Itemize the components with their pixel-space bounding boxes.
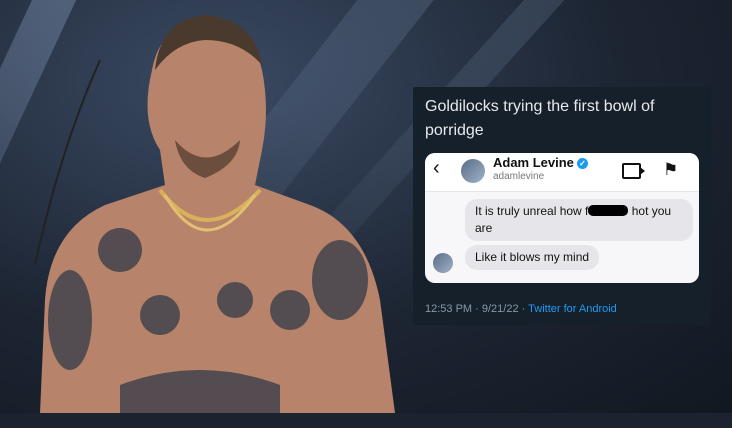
performer-silhouette bbox=[34, 15, 395, 413]
dm-contact-handle: adamlevine bbox=[493, 171, 545, 182]
avatar bbox=[461, 159, 485, 183]
flag-icon: ⚑ bbox=[663, 160, 679, 179]
tweet-timestamp: 12:53 PM · 9/21/22 · bbox=[425, 303, 529, 315]
dm-header: ‹ Adam Levine ✓ adamlevine ⚑ bbox=[425, 153, 699, 192]
tweet-text: Goldilocks trying the first bowl of porr… bbox=[425, 98, 655, 139]
verified-icon: ✓ bbox=[576, 158, 588, 169]
tweet-meta: 12:53 PM · 9/21/22 · Twitter for Android bbox=[425, 303, 617, 315]
dm-contact-name: Adam Levine ✓ bbox=[493, 155, 588, 170]
message-text: It is truly unreal how f bbox=[475, 204, 589, 218]
back-arrow-icon: ‹ bbox=[433, 157, 440, 179]
tweet-source-link[interactable]: Twitter for Android bbox=[528, 303, 617, 315]
dm-screenshot: ‹ Adam Levine ✓ adamlevine ⚑ It is truly … bbox=[425, 153, 699, 283]
censor-bar bbox=[588, 205, 629, 216]
message-bubble: Like it blows my mind bbox=[465, 245, 600, 270]
dm-contact-name-text: Adam Levine bbox=[493, 155, 574, 170]
message-bubble: It is truly unreal how f hot you are bbox=[465, 199, 693, 241]
avatar bbox=[433, 253, 453, 273]
video-call-icon bbox=[622, 163, 645, 179]
tweet-card: Goldilocks trying the first bowl of porr… bbox=[413, 87, 711, 325]
